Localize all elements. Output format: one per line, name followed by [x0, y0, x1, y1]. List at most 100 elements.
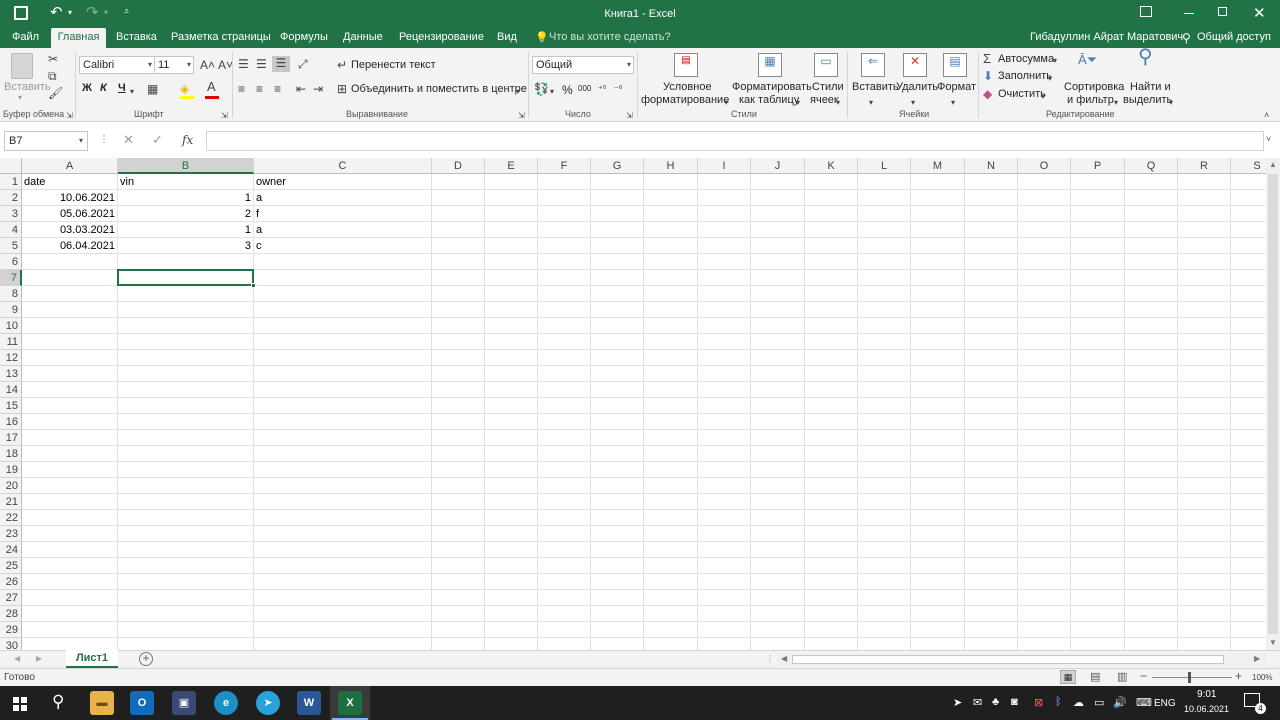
find-select-label2[interactable]: выделить — [1123, 94, 1172, 106]
row-header-2[interactable]: 2 — [0, 190, 22, 206]
row-header-11[interactable]: 11 — [0, 334, 22, 350]
collapse-ribbon-icon[interactable]: ˄ — [1264, 108, 1269, 122]
cell-c5[interactable]: c — [254, 238, 431, 254]
row-header-15[interactable]: 15 — [0, 398, 22, 414]
delete-dropdown-icon[interactable]: ▾ — [911, 96, 915, 110]
find-select-dropdown-icon[interactable]: ▾ — [1169, 96, 1173, 110]
row-header-27[interactable]: 27 — [0, 590, 22, 606]
tray-bluetooth-icon[interactable]: ᛒ — [1055, 696, 1062, 708]
tray-skype-icon[interactable]: ⊠ — [1034, 696, 1043, 709]
more-icon[interactable]: ⋮ — [99, 134, 109, 145]
column-header-g[interactable]: G — [591, 158, 644, 174]
column-header-n[interactable]: N — [965, 158, 1018, 174]
vertical-scrollbar[interactable]: ▲ ▼ — [1266, 158, 1280, 650]
row-header-23[interactable]: 23 — [0, 526, 22, 542]
underline-dropdown-icon[interactable]: ▾ — [130, 85, 134, 99]
insert-cells-icon[interactable]: ⇐ — [861, 53, 885, 77]
autosum-button[interactable]: Автосумма — [998, 53, 1054, 65]
cell-a2[interactable]: 10.06.2021 — [22, 190, 117, 206]
row-header-24[interactable]: 24 — [0, 542, 22, 558]
merge-dropdown-icon[interactable]: ▾ — [516, 85, 520, 99]
autosum-dropdown-icon[interactable]: ▾ — [1053, 54, 1057, 68]
decrease-decimal-icon[interactable]: ⁻⁰ — [614, 82, 622, 96]
horizontal-scroll-thumb[interactable] — [792, 655, 1224, 664]
cell-c1[interactable]: owner — [254, 174, 431, 190]
conditional-formatting-icon[interactable]: ▤ — [674, 53, 698, 77]
align-right-icon[interactable]: ≡ — [274, 82, 281, 96]
tell-me-input[interactable]: Что вы хотите сделать? — [549, 28, 671, 48]
insert-function-icon[interactable]: fx — [182, 133, 193, 147]
font-color-icon[interactable]: A — [207, 80, 216, 94]
orientation-icon[interactable]: ⤢ — [298, 57, 308, 71]
alignment-launcher-icon[interactable]: ⇲ — [518, 109, 525, 123]
zoom-slider-thumb[interactable] — [1188, 672, 1191, 683]
row-header-9[interactable]: 9 — [0, 302, 22, 318]
undo-dropdown-icon[interactable]: ▾ — [68, 8, 72, 17]
format-as-table-label2[interactable]: как таблицу — [739, 94, 799, 106]
column-header-o[interactable]: O — [1018, 158, 1071, 174]
row-header-25[interactable]: 25 — [0, 558, 22, 574]
minimize-button[interactable] — [1184, 13, 1194, 14]
column-header-j[interactable]: J — [751, 158, 805, 174]
add-sheet-icon[interactable]: + — [139, 652, 153, 666]
excel-icon[interactable]: X — [338, 691, 362, 715]
save-icon[interactable] — [14, 6, 28, 20]
cell-styles-button[interactable]: Стили — [812, 81, 844, 93]
network-app-icon[interactable]: ▣ — [172, 691, 196, 715]
scroll-up-icon[interactable]: ▲ — [1269, 160, 1277, 169]
column-header-c[interactable]: C — [254, 158, 432, 174]
row-header-1[interactable]: 1 — [0, 174, 22, 190]
file-explorer-icon[interactable]: ▬ — [90, 691, 114, 715]
currency-format-icon[interactable]: 💱 — [534, 82, 549, 96]
tab-file[interactable]: Файл — [12, 28, 39, 48]
redo-icon[interactable]: ↷ — [86, 3, 99, 21]
row-header-7[interactable]: 7 — [0, 270, 22, 286]
row-header-17[interactable]: 17 — [0, 430, 22, 446]
clear-button[interactable]: Очистить — [998, 88, 1046, 100]
column-header-h[interactable]: H — [644, 158, 698, 174]
increase-font-icon[interactable]: A˄ — [200, 58, 215, 72]
cell-styles-dropdown-icon[interactable]: ▾ — [836, 96, 840, 110]
column-header-k[interactable]: K — [805, 158, 858, 174]
find-select-button[interactable]: Найти и — [1130, 81, 1171, 93]
column-header-f[interactable]: F — [538, 158, 591, 174]
wrap-text-icon[interactable]: ↵ — [337, 58, 347, 72]
format-as-table-dropdown-icon[interactable]: ▾ — [796, 96, 800, 110]
sort-filter-dropdown-icon[interactable]: ▾ — [1114, 96, 1118, 110]
decrease-font-icon[interactable]: A˅ — [218, 58, 233, 72]
merge-center-button[interactable]: Объединить и поместить в центре — [351, 83, 527, 95]
column-header-b[interactable]: B — [118, 158, 254, 174]
cell-a4[interactable]: 03.03.2021 — [22, 222, 117, 238]
cell-styles-icon[interactable]: ▭ — [814, 53, 838, 77]
tray-mail-icon[interactable]: ✉ — [973, 696, 982, 709]
zoom-out-icon[interactable]: − — [1140, 669, 1147, 683]
undo-icon[interactable]: ↶ — [50, 3, 63, 21]
fill-button[interactable]: Заполнить — [998, 70, 1052, 82]
row-header-16[interactable]: 16 — [0, 414, 22, 430]
font-name-combo[interactable]: Calibri ▾ — [79, 56, 155, 74]
row-header-21[interactable]: 21 — [0, 494, 22, 510]
tab-page-layout[interactable]: Разметка страницы — [171, 28, 271, 48]
column-header-r[interactable]: R — [1178, 158, 1231, 174]
format-cells-icon[interactable]: ▤ — [943, 53, 967, 77]
cell-b5[interactable]: 3 — [118, 238, 253, 254]
column-header-p[interactable]: P — [1071, 158, 1125, 174]
horizontal-scrollbar[interactable]: ◀ ▶ — [778, 653, 1266, 666]
italic-button[interactable]: К — [100, 82, 107, 94]
fill-color-icon[interactable]: ◈ — [180, 82, 189, 96]
clipboard-launcher-icon[interactable]: ⇲ — [66, 109, 73, 123]
eraser-icon[interactable]: ◆ — [983, 87, 992, 101]
delete-cells-button[interactable]: Удалить — [896, 81, 938, 93]
number-launcher-icon[interactable]: ⇲ — [626, 109, 633, 123]
sheet-next-icon[interactable]: ▶ — [36, 654, 42, 663]
zoom-slider[interactable] — [1152, 677, 1232, 678]
worksheet-grid[interactable]: ABCDEFGHIJKLMNOPQRS 1 2 3 4 5 6 7 8 9 10 11 12 13 14 1… — [0, 158, 1266, 650]
language-indicator[interactable]: ENG — [1154, 698, 1176, 709]
currency-dropdown-icon[interactable]: ▾ — [550, 85, 554, 99]
tray-evernote-icon[interactable]: ♣ — [992, 696, 999, 708]
scroll-left-icon[interactable]: ◀ — [781, 654, 787, 663]
cell-a1[interactable]: date — [22, 174, 117, 190]
paste-dropdown-icon[interactable]: ▾ — [18, 93, 22, 102]
select-all-corner[interactable] — [0, 158, 22, 174]
clock-time[interactable]: 9:01 — [1197, 689, 1216, 700]
